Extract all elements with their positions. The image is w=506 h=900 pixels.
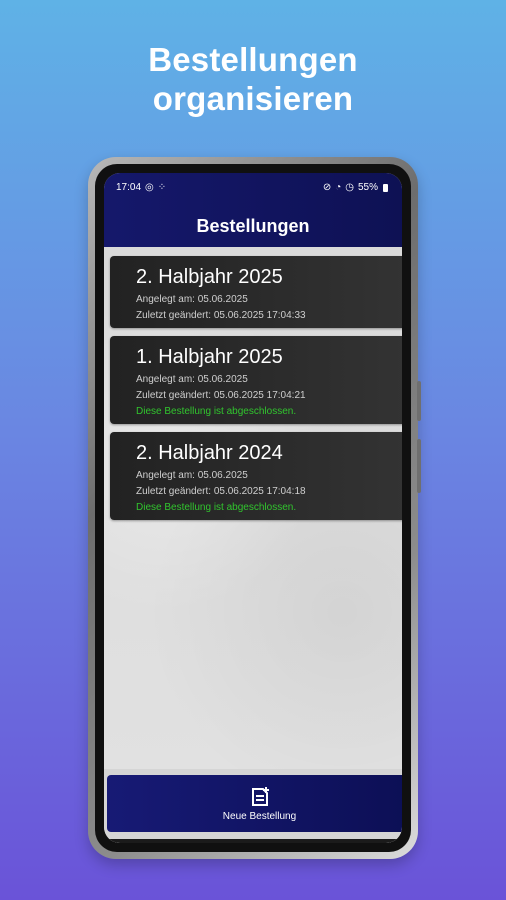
mute-icon: ⊘	[322, 182, 332, 193]
volume-button	[417, 381, 421, 421]
wifi-icon: ◔	[335, 182, 342, 193]
order-modified: Zuletzt geändert: 05.06.2025 17:04:33	[136, 310, 306, 321]
new-order-button[interactable]: Neue Bestellung	[107, 775, 402, 832]
new-document-icon	[252, 787, 269, 806]
bottom-panel: Neue Bestellung	[104, 769, 402, 843]
hero-title-line-2: organisieren	[152, 80, 354, 117]
status-left: 17:04 ◎ ⁘	[116, 179, 166, 197]
battery-icon	[383, 184, 388, 192]
order-card[interactable]: 2. Halbjahr 2025 Angelegt am: 05.06.2025…	[110, 256, 402, 328]
order-list: 2. Halbjahr 2025 Angelegt am: 05.06.2025…	[104, 247, 402, 769]
phone-bezel: 17:04 ◎ ⁘ ⊘ ◔ ◷ 55% Bestellungen 2. Halb…	[95, 164, 411, 852]
order-status: Diese Bestellung ist abgeschlossen.	[136, 502, 297, 513]
order-title: 2. Halbjahr 2024	[136, 442, 283, 464]
phone-frame: 17:04 ◎ ⁘ ⊘ ◔ ◷ 55% Bestellungen 2. Halb…	[88, 157, 421, 859]
order-card[interactable]: 1. Halbjahr 2025 Angelegt am: 05.06.2025…	[110, 336, 402, 424]
app-header: 17:04 ◎ ⁘ ⊘ ◔ ◷ 55% Bestellungen	[104, 173, 402, 247]
power-button	[417, 439, 421, 493]
order-status: Diese Bestellung ist abgeschlossen.	[136, 406, 297, 417]
hero-title: Bestellungen organisieren	[0, 40, 506, 118]
system-navigation-bar: Ⅲ □ ⟋	[104, 839, 402, 843]
order-card[interactable]: 2. Halbjahr 2024 Angelegt am: 05.06.2025…	[110, 432, 402, 520]
order-created: Angelegt am: 05.06.2025	[136, 470, 248, 481]
order-modified: Zuletzt geändert: 05.06.2025 17:04:18	[136, 486, 306, 497]
status-time: 17:04	[116, 182, 142, 193]
status-right: ⊘ ◔ ◷ 55%	[323, 179, 388, 197]
order-modified: Zuletzt geändert: 05.06.2025 17:04:21	[136, 390, 306, 401]
alarm-icon: ◷	[345, 182, 354, 193]
new-order-label: Neue Bestellung	[222, 811, 297, 822]
camera-icon: ◎	[145, 182, 154, 193]
page-title: Bestellungen	[196, 216, 310, 236]
status-bar: 17:04 ◎ ⁘ ⊘ ◔ ◷ 55%	[116, 179, 388, 197]
phone-screen: 17:04 ◎ ⁘ ⊘ ◔ ◷ 55% Bestellungen 2. Halb…	[104, 173, 402, 843]
order-created: Angelegt am: 05.06.2025	[136, 374, 248, 385]
battery-percentage: 55%	[357, 182, 378, 193]
order-title: 2. Halbjahr 2025	[136, 266, 283, 288]
order-created: Angelegt am: 05.06.2025	[136, 294, 248, 305]
order-title: 1. Halbjahr 2025	[136, 346, 283, 368]
grid-icon: ⁘	[157, 182, 167, 193]
hero-title-line-1: Bestellungen	[148, 41, 358, 78]
